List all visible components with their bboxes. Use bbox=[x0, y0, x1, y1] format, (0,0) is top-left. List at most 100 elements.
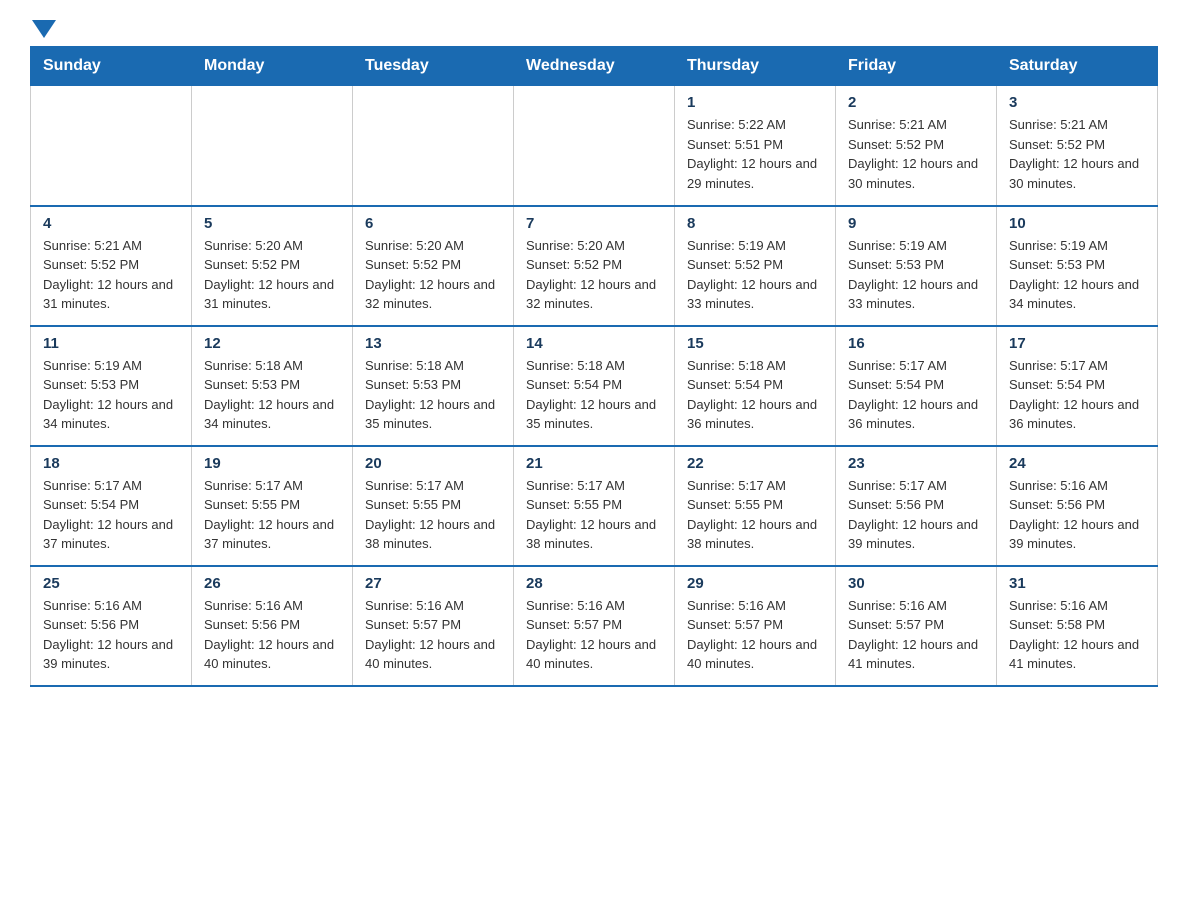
day-info: Sunrise: 5:21 AM Sunset: 5:52 PM Dayligh… bbox=[1009, 115, 1145, 193]
day-info: Sunrise: 5:18 AM Sunset: 5:53 PM Dayligh… bbox=[365, 356, 501, 434]
day-info: Sunrise: 5:16 AM Sunset: 5:57 PM Dayligh… bbox=[687, 596, 823, 674]
day-number: 20 bbox=[365, 455, 501, 472]
logo-triangle-icon bbox=[32, 20, 56, 38]
day-number: 3 bbox=[1009, 94, 1145, 111]
day-info: Sunrise: 5:19 AM Sunset: 5:53 PM Dayligh… bbox=[1009, 236, 1145, 314]
day-number: 17 bbox=[1009, 335, 1145, 352]
calendar-cell: 18 Sunrise: 5:17 AM Sunset: 5:54 PM Dayli… bbox=[31, 446, 192, 566]
calendar-week-row: 1 Sunrise: 5:22 AM Sunset: 5:51 PM Daylig… bbox=[31, 86, 1158, 206]
calendar-week-row: 4Sunrise: 5:21 AM Sunset: 5:52 PM Daylig… bbox=[31, 206, 1158, 326]
day-info: Sunrise: 5:17 AM Sunset: 5:55 PM Dayligh… bbox=[526, 476, 662, 554]
calendar-cell: 14 Sunrise: 5:18 AM Sunset: 5:54 PM Dayli… bbox=[514, 326, 675, 446]
weekday-header-friday: Friday bbox=[836, 47, 997, 86]
day-info: Sunrise: 5:17 AM Sunset: 5:54 PM Dayligh… bbox=[43, 476, 179, 554]
day-number: 27 bbox=[365, 575, 501, 592]
calendar-week-row: 11Sunrise: 5:19 AM Sunset: 5:53 PM Dayli… bbox=[31, 326, 1158, 446]
day-info: Sunrise: 5:17 AM Sunset: 5:55 PM Dayligh… bbox=[365, 476, 501, 554]
calendar-cell: 30Sunrise: 5:16 AM Sunset: 5:57 PM Dayli… bbox=[836, 566, 997, 686]
day-info: Sunrise: 5:19 AM Sunset: 5:52 PM Dayligh… bbox=[687, 236, 823, 314]
calendar-week-row: 18 Sunrise: 5:17 AM Sunset: 5:54 PM Dayli… bbox=[31, 446, 1158, 566]
weekday-header-tuesday: Tuesday bbox=[353, 47, 514, 86]
day-info: Sunrise: 5:16 AM Sunset: 5:58 PM Dayligh… bbox=[1009, 596, 1145, 674]
weekday-header-wednesday: Wednesday bbox=[514, 47, 675, 86]
weekday-header-saturday: Saturday bbox=[997, 47, 1158, 86]
calendar-cell: 7 Sunrise: 5:20 AM Sunset: 5:52 PM Daylig… bbox=[514, 206, 675, 326]
day-number: 8 bbox=[687, 215, 823, 232]
day-number: 31 bbox=[1009, 575, 1145, 592]
weekday-header-monday: Monday bbox=[192, 47, 353, 86]
calendar-cell: 19 Sunrise: 5:17 AM Sunset: 5:55 PM Dayli… bbox=[192, 446, 353, 566]
day-number: 1 bbox=[687, 94, 823, 111]
calendar-cell: 12 Sunrise: 5:18 AM Sunset: 5:53 PM Dayli… bbox=[192, 326, 353, 446]
calendar-cell: 27 Sunrise: 5:16 AM Sunset: 5:57 PM Dayli… bbox=[353, 566, 514, 686]
day-info: Sunrise: 5:22 AM Sunset: 5:51 PM Dayligh… bbox=[687, 115, 823, 193]
day-number: 6 bbox=[365, 215, 501, 232]
calendar-cell: 16 Sunrise: 5:17 AM Sunset: 5:54 PM Dayli… bbox=[836, 326, 997, 446]
calendar-cell: 6 Sunrise: 5:20 AM Sunset: 5:52 PM Daylig… bbox=[353, 206, 514, 326]
weekday-header-thursday: Thursday bbox=[675, 47, 836, 86]
calendar-cell: 9Sunrise: 5:19 AM Sunset: 5:53 PM Daylig… bbox=[836, 206, 997, 326]
calendar-header-row: SundayMondayTuesdayWednesdayThursdayFrid… bbox=[31, 47, 1158, 86]
calendar-cell: 3 Sunrise: 5:21 AM Sunset: 5:52 PM Daylig… bbox=[997, 86, 1158, 206]
page-header bbox=[30, 20, 1158, 36]
calendar-cell: 21 Sunrise: 5:17 AM Sunset: 5:55 PM Dayli… bbox=[514, 446, 675, 566]
calendar-cell: 23 Sunrise: 5:17 AM Sunset: 5:56 PM Dayli… bbox=[836, 446, 997, 566]
calendar-cell: 22 Sunrise: 5:17 AM Sunset: 5:55 PM Dayli… bbox=[675, 446, 836, 566]
day-info: Sunrise: 5:17 AM Sunset: 5:56 PM Dayligh… bbox=[848, 476, 984, 554]
day-number: 25 bbox=[43, 575, 179, 592]
day-info: Sunrise: 5:21 AM Sunset: 5:52 PM Dayligh… bbox=[848, 115, 984, 193]
calendar-cell: 29Sunrise: 5:16 AM Sunset: 5:57 PM Dayli… bbox=[675, 566, 836, 686]
calendar-cell: 17 Sunrise: 5:17 AM Sunset: 5:54 PM Dayli… bbox=[997, 326, 1158, 446]
day-info: Sunrise: 5:17 AM Sunset: 5:55 PM Dayligh… bbox=[687, 476, 823, 554]
day-number: 21 bbox=[526, 455, 662, 472]
logo bbox=[30, 20, 56, 36]
calendar-cell: 4Sunrise: 5:21 AM Sunset: 5:52 PM Daylig… bbox=[31, 206, 192, 326]
day-info: Sunrise: 5:16 AM Sunset: 5:57 PM Dayligh… bbox=[365, 596, 501, 674]
day-number: 7 bbox=[526, 215, 662, 232]
calendar-cell bbox=[514, 86, 675, 206]
day-info: Sunrise: 5:20 AM Sunset: 5:52 PM Dayligh… bbox=[365, 236, 501, 314]
day-info: Sunrise: 5:17 AM Sunset: 5:55 PM Dayligh… bbox=[204, 476, 340, 554]
day-number: 4 bbox=[43, 215, 179, 232]
day-number: 22 bbox=[687, 455, 823, 472]
day-number: 10 bbox=[1009, 215, 1145, 232]
calendar-cell: 15Sunrise: 5:18 AM Sunset: 5:54 PM Dayli… bbox=[675, 326, 836, 446]
calendar-cell: 26 Sunrise: 5:16 AM Sunset: 5:56 PM Dayli… bbox=[192, 566, 353, 686]
calendar-cell: 20 Sunrise: 5:17 AM Sunset: 5:55 PM Dayli… bbox=[353, 446, 514, 566]
calendar-cell: 24Sunrise: 5:16 AM Sunset: 5:56 PM Dayli… bbox=[997, 446, 1158, 566]
calendar-cell: 2 Sunrise: 5:21 AM Sunset: 5:52 PM Daylig… bbox=[836, 86, 997, 206]
calendar-cell: 11Sunrise: 5:19 AM Sunset: 5:53 PM Dayli… bbox=[31, 326, 192, 446]
day-number: 14 bbox=[526, 335, 662, 352]
calendar-cell: 28 Sunrise: 5:16 AM Sunset: 5:57 PM Dayli… bbox=[514, 566, 675, 686]
calendar-cell bbox=[31, 86, 192, 206]
day-info: Sunrise: 5:18 AM Sunset: 5:53 PM Dayligh… bbox=[204, 356, 340, 434]
calendar-cell: 10 Sunrise: 5:19 AM Sunset: 5:53 PM Dayli… bbox=[997, 206, 1158, 326]
calendar-cell: 8 Sunrise: 5:19 AM Sunset: 5:52 PM Daylig… bbox=[675, 206, 836, 326]
day-number: 18 bbox=[43, 455, 179, 472]
calendar-cell: 1 Sunrise: 5:22 AM Sunset: 5:51 PM Daylig… bbox=[675, 86, 836, 206]
day-info: Sunrise: 5:20 AM Sunset: 5:52 PM Dayligh… bbox=[204, 236, 340, 314]
day-info: Sunrise: 5:16 AM Sunset: 5:56 PM Dayligh… bbox=[43, 596, 179, 674]
day-number: 26 bbox=[204, 575, 340, 592]
day-number: 2 bbox=[848, 94, 984, 111]
day-number: 5 bbox=[204, 215, 340, 232]
day-number: 28 bbox=[526, 575, 662, 592]
day-info: Sunrise: 5:17 AM Sunset: 5:54 PM Dayligh… bbox=[1009, 356, 1145, 434]
day-number: 11 bbox=[43, 335, 179, 352]
day-number: 23 bbox=[848, 455, 984, 472]
calendar-cell: 5 Sunrise: 5:20 AM Sunset: 5:52 PM Daylig… bbox=[192, 206, 353, 326]
calendar-cell: 31 Sunrise: 5:16 AM Sunset: 5:58 PM Dayli… bbox=[997, 566, 1158, 686]
day-number: 19 bbox=[204, 455, 340, 472]
day-info: Sunrise: 5:16 AM Sunset: 5:56 PM Dayligh… bbox=[204, 596, 340, 674]
day-info: Sunrise: 5:18 AM Sunset: 5:54 PM Dayligh… bbox=[526, 356, 662, 434]
day-info: Sunrise: 5:16 AM Sunset: 5:57 PM Dayligh… bbox=[526, 596, 662, 674]
calendar-cell bbox=[192, 86, 353, 206]
day-info: Sunrise: 5:17 AM Sunset: 5:54 PM Dayligh… bbox=[848, 356, 984, 434]
day-info: Sunrise: 5:16 AM Sunset: 5:57 PM Dayligh… bbox=[848, 596, 984, 674]
day-number: 12 bbox=[204, 335, 340, 352]
day-info: Sunrise: 5:16 AM Sunset: 5:56 PM Dayligh… bbox=[1009, 476, 1145, 554]
day-number: 16 bbox=[848, 335, 984, 352]
calendar-week-row: 25 Sunrise: 5:16 AM Sunset: 5:56 PM Dayli… bbox=[31, 566, 1158, 686]
day-info: Sunrise: 5:20 AM Sunset: 5:52 PM Dayligh… bbox=[526, 236, 662, 314]
day-number: 9 bbox=[848, 215, 984, 232]
